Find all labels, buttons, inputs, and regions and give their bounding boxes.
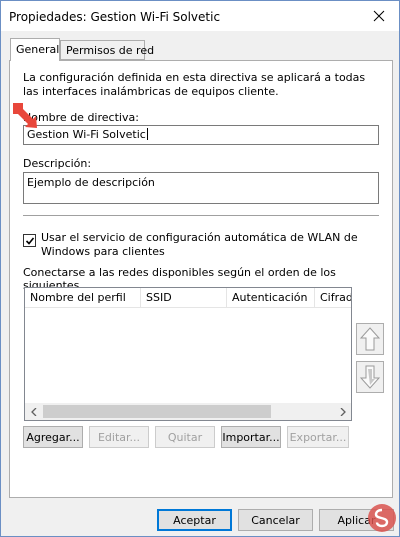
title-bar: Propiedades: Gestion Wi-Fi Solvetic [1,1,399,31]
import-button[interactable]: Importar... [221,426,281,448]
tab-permisos-de-red[interactable]: Permisos de red [60,40,154,60]
column-header-authentication[interactable]: Autenticación [227,288,315,308]
description-label: Descripción: [23,157,92,170]
autoconfig-label: Usar el servicio de configuración automá… [41,231,358,258]
column-header-ssid[interactable]: SSID [141,288,227,308]
description-value: Ejemplo de descripción [27,176,155,189]
column-header-encryption[interactable]: Cifrado [315,288,351,308]
move-down-button[interactable] [356,361,384,393]
tab-general[interactable]: General [10,38,60,61]
autoconfig-checkbox[interactable] [23,234,36,247]
text-caret [146,128,148,140]
edit-button[interactable]: Editar... [89,426,149,448]
checkmark-icon [25,236,34,245]
move-up-button[interactable] [356,323,384,355]
intro-text: La configuración definida en esta direct… [23,71,366,98]
remove-button[interactable]: Quitar [155,426,215,448]
description-input[interactable]: Ejemplo de descripción [23,172,379,204]
separator [23,215,379,216]
window-title: Propiedades: Gestion Wi-Fi Solvetic [9,10,221,24]
tab-general-label: General [16,43,60,56]
watermark-logo-icon [368,504,396,532]
scroll-thumb[interactable] [43,405,271,418]
scroll-right-icon [340,407,346,416]
policy-name-value: Gestion Wi-Fi Solvetic [27,128,146,141]
export-button[interactable]: Exportar... [287,426,349,448]
general-tab-panel: La configuración definida en esta direct… [9,60,393,498]
profiles-list[interactable]: Nombre del perfil SSID Autenticación Cif… [24,287,352,421]
ok-button[interactable]: Aceptar [157,509,232,531]
horizontal-scrollbar[interactable] [25,403,351,420]
scroll-left-icon [30,407,36,416]
close-button[interactable] [359,1,399,31]
profiles-list-header: Nombre del perfil SSID Autenticación Cif… [25,288,351,308]
column-header-profile-name[interactable]: Nombre del perfil [25,288,141,308]
scroll-right-button[interactable] [334,403,351,420]
annotation-arrow-icon [13,103,37,128]
tab-permisos-label: Permisos de red [66,44,155,57]
move-up-icon [359,327,381,351]
scroll-left-button[interactable] [25,403,42,420]
add-button[interactable]: Agregar... [23,426,83,448]
policy-name-input[interactable]: Gestion Wi-Fi Solvetic [23,125,379,145]
cancel-button[interactable]: Cancelar [238,509,313,531]
move-down-icon [359,365,381,389]
close-icon [373,10,385,22]
properties-dialog: Propiedades: Gestion Wi-Fi Solvetic Gene… [0,0,400,537]
